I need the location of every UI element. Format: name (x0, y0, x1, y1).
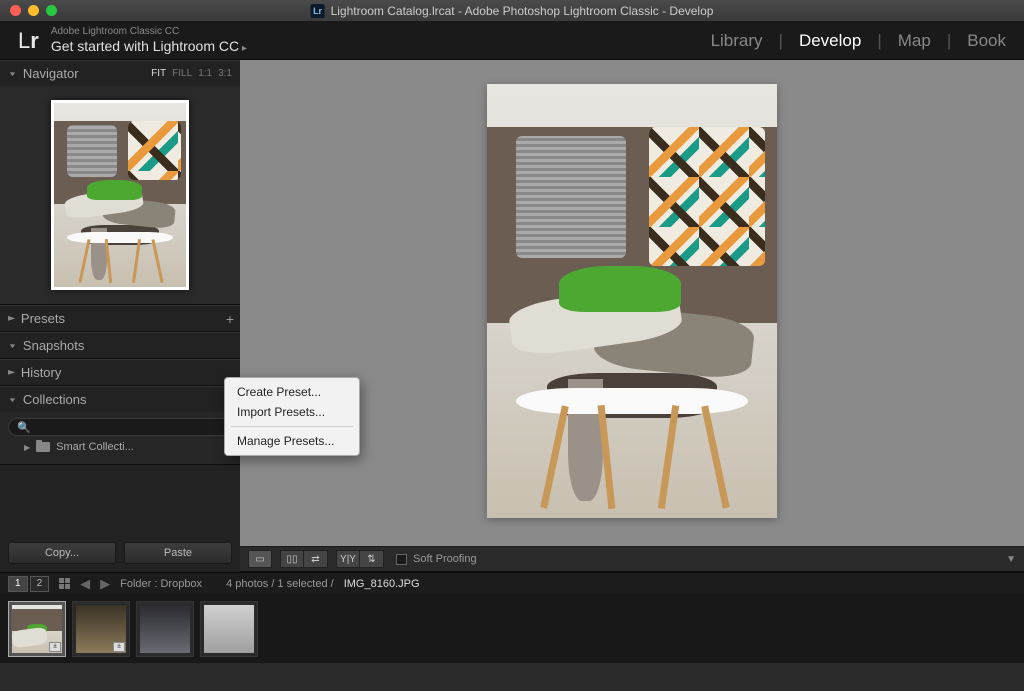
loupe-view-button[interactable]: ▭ (248, 550, 272, 568)
disclosure-icon: ▶ (8, 315, 15, 323)
workspace: ▼ Navigator FIT FILL 1:1 3:1 (0, 60, 1024, 572)
adjustments-badge-icon: ± (49, 642, 61, 652)
panel-navigator: ▼ Navigator FIT FILL 1:1 3:1 (0, 60, 240, 305)
folder-icon (36, 442, 50, 452)
before-after-swap-button[interactable]: ⇄ (304, 550, 328, 568)
module-tabs: Library | Develop | Map | Book (711, 31, 1006, 51)
disclosure-icon: ▼ (8, 396, 17, 403)
disclosure-icon: ▼ (8, 70, 17, 77)
panel-header-navigator[interactable]: ▼ Navigator FIT FILL 1:1 3:1 (0, 60, 240, 86)
module-library[interactable]: Library (711, 31, 763, 51)
brand-subtitle: Adobe Lightroom Classic CC (51, 26, 247, 38)
copy-paste-bar: Copy... Paste (0, 534, 240, 572)
soft-proofing-label: Soft Proofing (413, 553, 477, 565)
filmstrip-filename: IMG_8160.JPG (344, 578, 420, 590)
collections-search[interactable]: 🔍 (8, 418, 232, 436)
title-text: Lightroom Catalog.lrcat - Adobe Photosho… (331, 4, 714, 18)
disclosure-icon: ▼ (8, 342, 17, 349)
titlebar: Lr Lightroom Catalog.lrcat - Adobe Photo… (0, 0, 1024, 22)
filmstrip-thumb[interactable] (200, 601, 258, 657)
navigator-preview[interactable] (0, 86, 240, 304)
before-after-lr-button[interactable]: ▯▯ (280, 550, 304, 568)
navigator-zoom-options: FIT FILL 1:1 3:1 (151, 68, 232, 79)
history-label: History (21, 365, 61, 380)
brand: Lr Adobe Lightroom Classic CC Get starte… (18, 26, 247, 55)
menu-divider (231, 426, 353, 427)
filmstrip-info-bar: 1 2 ◀ ▶ Folder : Dropbox 4 photos / 1 se… (0, 572, 1024, 594)
prev-folder-button[interactable]: ◀ (80, 576, 90, 592)
panel-header-presets[interactable]: ▶ Presets + (0, 305, 240, 331)
panel-header-history[interactable]: ▶ History (0, 359, 240, 385)
panel-header-snapshots[interactable]: ▼ Snapshots (0, 332, 240, 358)
paste-button[interactable]: Paste (124, 542, 232, 564)
nav-ratio[interactable]: 3:1 (218, 68, 232, 79)
menu-manage-presets[interactable]: Manage Presets... (225, 431, 359, 451)
adjustments-badge-icon: ± (113, 642, 125, 652)
brand-title[interactable]: Get started with Lightroom CC (51, 38, 247, 55)
before-after-toggle: ▯▯ ⇄ (280, 550, 328, 568)
disclosure-icon: ▶ (24, 443, 30, 452)
copy-button[interactable]: Copy... (8, 542, 116, 564)
logo: Lr (18, 28, 39, 54)
nav-fit[interactable]: FIT (151, 68, 166, 79)
collections-label: Collections (23, 392, 87, 407)
nav-fill[interactable]: FILL (172, 68, 192, 79)
left-panel: ▼ Navigator FIT FILL 1:1 3:1 (0, 60, 240, 572)
module-book[interactable]: Book (967, 31, 1006, 51)
filmstrip-count: 4 photos / 1 selected / (226, 578, 334, 590)
add-preset-button[interactable]: + (226, 311, 234, 327)
app-icon: Lr (311, 4, 325, 18)
monitor-2[interactable]: 2 (30, 576, 50, 592)
develop-toolbar: ▭ ▯▯ ⇄ Y|Y ⇅ Soft Proofing ▼ (240, 546, 1024, 572)
header: Lr Adobe Lightroom Classic CC Get starte… (0, 22, 1024, 60)
minimize-window-button[interactable] (28, 5, 39, 16)
module-map[interactable]: Map (898, 31, 931, 51)
window-title: Lr Lightroom Catalog.lrcat - Adobe Photo… (311, 4, 714, 18)
close-window-button[interactable] (10, 5, 21, 16)
before-after-tb-button[interactable]: Y|Y (336, 550, 360, 568)
disclosure-icon: ▶ (8, 369, 15, 377)
secondary-monitor-tabs: 1 2 (8, 576, 49, 592)
snapshots-label: Snapshots (23, 338, 84, 353)
presets-context-menu: Create Preset... Import Presets... Manag… (224, 377, 360, 456)
filmstrip[interactable]: ± ± (0, 594, 1024, 663)
next-folder-button[interactable]: ▶ (100, 576, 110, 592)
filmstrip-thumb[interactable]: ± (72, 601, 130, 657)
collection-label: Smart Collecti... (56, 441, 134, 453)
yy-toggle: Y|Y ⇅ (336, 550, 384, 568)
filmstrip-thumb[interactable]: ± (8, 601, 66, 657)
monitor-1[interactable]: 1 (8, 576, 28, 592)
presets-label: Presets (21, 311, 65, 326)
main-preview[interactable] (240, 60, 1024, 546)
search-icon: 🔍 (17, 421, 31, 434)
module-develop[interactable]: Develop (799, 31, 861, 51)
panel-header-collections[interactable]: ▼ Collections + (0, 386, 240, 412)
menu-import-presets[interactable]: Import Presets... (225, 402, 359, 422)
navigator-label: Navigator (23, 66, 79, 81)
window-controls (0, 5, 57, 16)
filmstrip-source[interactable]: Folder : Dropbox (120, 578, 202, 590)
soft-proofing-toggle[interactable]: Soft Proofing (396, 553, 477, 565)
checkbox-icon (396, 554, 407, 565)
zoom-window-button[interactable] (46, 5, 57, 16)
loupe-view-toggle: ▭ (248, 550, 272, 568)
collection-item-smart[interactable]: ▶ Smart Collecti... (8, 436, 232, 458)
toolbar-expand-button[interactable]: ▼ (1006, 554, 1016, 565)
menu-create-preset[interactable]: Create Preset... (225, 382, 359, 402)
nav-1to1[interactable]: 1:1 (198, 68, 212, 79)
grid-view-icon[interactable] (59, 578, 70, 589)
filmstrip-thumb[interactable] (136, 601, 194, 657)
before-after-tb-swap-button[interactable]: ⇅ (360, 550, 384, 568)
